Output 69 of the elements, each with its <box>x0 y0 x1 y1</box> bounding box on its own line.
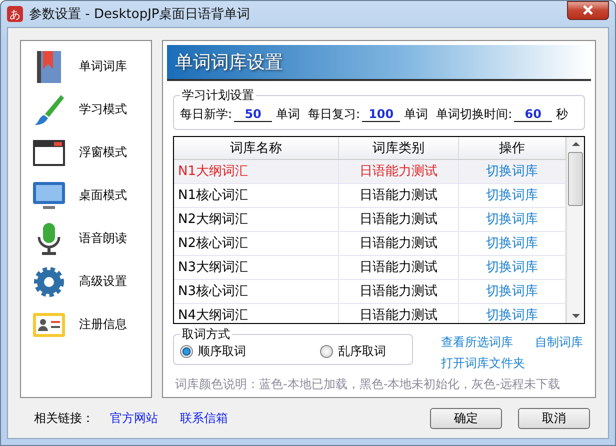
scroll-up-icon[interactable] <box>572 140 580 146</box>
color-legend-text: 词库颜色说明：蓝色-本地已加载，黑色-本地未初始化，灰色-远程未下载 <box>175 376 561 393</box>
radio-option[interactable]: 顺序取词 <box>180 343 246 360</box>
radio-button[interactable] <box>320 345 333 358</box>
unit-label: 秒 <box>556 106 568 123</box>
link[interactable]: 联系信箱 <box>180 410 228 426</box>
table-cell: 日语能力测试 <box>339 256 459 279</box>
table-cell: 日语能力测试 <box>339 160 459 183</box>
unit-label: 单词 <box>276 106 300 123</box>
window-title: 参数设置 - DesktopJP桌面日语背单词 <box>29 6 252 23</box>
sidebar-item[interactable]: 桌面模式 <box>21 174 151 217</box>
number-field[interactable]: 60 <box>514 106 552 122</box>
switch-link[interactable]: 切换词库 <box>486 306 538 323</box>
table-cell: 日语能力测试 <box>339 184 459 207</box>
radio-option[interactable]: 乱序取词 <box>320 343 386 360</box>
table-cell: N4大纲词汇 <box>174 304 339 323</box>
group-legend: 取词方式 <box>180 326 232 343</box>
dialog-button[interactable]: 取消 <box>518 408 590 428</box>
table-cell: N2核心词汇 <box>174 232 339 255</box>
table-row[interactable]: N1核心词汇 日语能力测试 切换词库 <box>174 184 566 208</box>
switch-link[interactable]: 切换词库 <box>486 162 538 180</box>
table-cell: N1核心词汇 <box>174 184 339 207</box>
radio-button[interactable] <box>180 345 193 358</box>
sidebar-item[interactable]: 注册信息 <box>21 303 151 346</box>
column-header[interactable]: 词库类别 <box>339 136 459 159</box>
table-cell: 日语能力测试 <box>339 304 459 323</box>
links-label: 相关链接： <box>34 410 94 426</box>
column-header[interactable]: 词库名称 <box>174 136 339 159</box>
scroll-down-icon[interactable] <box>572 314 580 319</box>
switch-link[interactable]: 切换词库 <box>486 282 538 300</box>
table-cell: N1大纲词汇 <box>174 160 339 183</box>
switch-link[interactable]: 切换词库 <box>486 234 538 252</box>
sidebar-item[interactable]: 浮窗模式 <box>21 131 151 174</box>
table-cell: N3核心词汇 <box>174 280 339 303</box>
switch-link[interactable]: 切换词库 <box>486 258 538 276</box>
link[interactable]: 官方网站 <box>110 410 158 426</box>
table-row[interactable]: N3核心词汇 日语能力测试 切换词库 <box>174 280 566 304</box>
close-button[interactable] <box>567 1 609 20</box>
scroll-thumb[interactable] <box>568 152 583 206</box>
link[interactable]: 查看所选词库 <box>441 334 513 351</box>
unit-label: 单词 <box>404 106 428 123</box>
dialog-button[interactable]: 确定 <box>430 408 502 428</box>
number-field[interactable]: 100 <box>362 106 400 122</box>
switch-link[interactable]: 切换词库 <box>486 210 538 228</box>
table-cell: N2大纲词汇 <box>174 208 339 231</box>
sidebar-item[interactable]: 高级设置 <box>21 260 151 303</box>
app-icon: あ <box>7 6 23 22</box>
table-row[interactable]: N2核心词汇 日语能力测试 切换词库 <box>174 232 566 256</box>
table-cell: 日语能力测试 <box>339 208 459 231</box>
link[interactable]: 打开词库文件夹 <box>441 355 525 372</box>
link[interactable]: 自制词库 <box>535 334 583 351</box>
close-icon <box>582 5 594 15</box>
table-cell: 日语能力测试 <box>339 232 459 255</box>
panel-title: 单词词库设置 <box>175 50 283 74</box>
sidebar-item[interactable]: 单词词库 <box>21 45 151 88</box>
sidebar-item[interactable]: 学习模式 <box>21 88 151 131</box>
field-label: 每日复习: <box>308 106 360 123</box>
field-label: 每日新学: <box>180 106 232 123</box>
switch-link[interactable]: 切换词库 <box>486 186 538 204</box>
table-cell: 日语能力测试 <box>339 280 459 303</box>
sidebar-item[interactable]: 语音朗读 <box>21 217 151 260</box>
table-cell: N3大纲词汇 <box>174 256 339 279</box>
field-label: 单词切换时间: <box>436 106 512 123</box>
scrollbar[interactable] <box>566 136 584 323</box>
group-legend: 学习计划设置 <box>180 86 256 104</box>
table-row[interactable]: N3大纲词汇 日语能力测试 切换词库 <box>174 256 566 280</box>
table-row[interactable]: N2大纲词汇 日语能力测试 切换词库 <box>174 208 566 232</box>
number-field[interactable]: 50 <box>234 106 272 122</box>
table-row[interactable]: N1大纲词汇 日语能力测试 切换词库 <box>174 160 566 184</box>
